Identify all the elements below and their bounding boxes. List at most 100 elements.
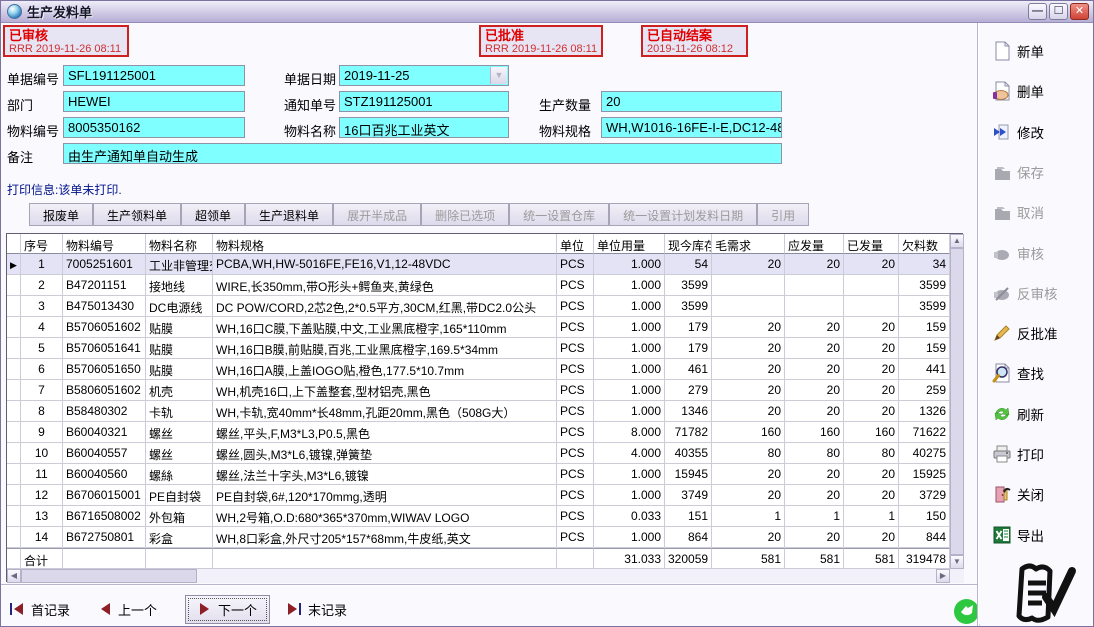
cell[interactable]: WIRE,长350mm,带O形头+鳄鱼夹,黄绿色 <box>213 275 557 296</box>
cell[interactable]: 螺丝,法兰十字头,M3*L6,镀镍 <box>213 464 557 485</box>
cell[interactable]: 1.000 <box>594 338 665 359</box>
cell[interactable]: 20 <box>785 380 844 401</box>
cell[interactable]: 20 <box>844 464 899 485</box>
scroll-down-icon[interactable]: ▼ <box>950 555 964 569</box>
cell[interactable]: 15925 <box>899 464 950 485</box>
row-selector[interactable] <box>7 485 21 506</box>
column-header-7[interactable]: 毛需求 <box>712 234 785 254</box>
cell[interactable]: 20 <box>712 485 785 506</box>
cell[interactable]: 71782 <box>665 422 712 443</box>
cell[interactable]: B6716508002 <box>63 506 146 527</box>
cell[interactable]: 螺絲 <box>146 464 213 485</box>
cell[interactable]: 螺丝,圆头,M3*L6,镀镍,弹簧垫 <box>213 443 557 464</box>
sidebar-button-12[interactable]: 导出 <box>992 523 1044 547</box>
cell[interactable]: 14 <box>21 527 63 548</box>
cell[interactable]: B5706051602 <box>63 317 146 338</box>
cell[interactable]: 54 <box>665 254 712 275</box>
cell[interactable]: B60040321 <box>63 422 146 443</box>
cell[interactable]: 螺丝 <box>146 443 213 464</box>
cell[interactable]: 20 <box>712 359 785 380</box>
cell[interactable]: 3729 <box>899 485 950 506</box>
cell[interactable]: 461 <box>665 359 712 380</box>
cell[interactable]: 1.000 <box>594 275 665 296</box>
cell[interactable]: 接地线 <box>146 275 213 296</box>
scroll-left-icon[interactable]: ◀ <box>7 569 21 583</box>
cell[interactable]: 20 <box>712 338 785 359</box>
cell[interactable]: 工业非管理交 <box>146 254 213 275</box>
row-selector[interactable] <box>7 506 21 527</box>
cell[interactable]: 20 <box>844 338 899 359</box>
table-row[interactable]: 13B6716508002外包箱WH,2号箱,O.D:680*365*370mm… <box>7 506 950 527</box>
action-button-3[interactable]: 生产退料单 <box>245 203 333 226</box>
status-ok-icon[interactable] <box>953 598 980 625</box>
column-header-5[interactable]: 单位用量 <box>594 234 665 254</box>
cell[interactable]: 80 <box>785 443 844 464</box>
cell[interactable]: B5806051602 <box>63 380 146 401</box>
table-row[interactable]: 4B5706051602贴膜WH,16口C膜,下盖贴膜,中文,工业黑底橙字,16… <box>7 317 950 338</box>
cell[interactable]: 7005251601 <box>63 254 146 275</box>
item-no-field[interactable]: 8005350162 <box>63 117 245 138</box>
row-selector[interactable] <box>7 527 21 548</box>
sidebar-button-7[interactable]: 反批准 <box>992 321 1058 345</box>
cell[interactable]: 5 <box>21 338 63 359</box>
row-selector[interactable] <box>7 296 21 317</box>
horizontal-scroll-thumb[interactable] <box>21 569 197 583</box>
cell[interactable]: 1.000 <box>594 401 665 422</box>
column-header-2[interactable]: 物料名称 <box>146 234 213 254</box>
cell[interactable]: 3599 <box>899 275 950 296</box>
cell[interactable]: 10 <box>21 443 63 464</box>
doc-no-field[interactable]: SFL191125001 <box>63 65 245 86</box>
dept-field[interactable]: HEWEI <box>63 91 245 112</box>
column-header-8[interactable]: 应发量 <box>785 234 844 254</box>
sidebar-button-11[interactable]: 关闭 <box>992 482 1044 506</box>
cell[interactable]: PCS <box>557 422 594 443</box>
cell[interactable]: PCS <box>557 338 594 359</box>
table-row[interactable]: 10B60040557螺丝螺丝,圆头,M3*L6,镀镍,弹簧垫PCS4.0004… <box>7 443 950 464</box>
cell[interactable]: PCS <box>557 380 594 401</box>
cell[interactable]: B672750801 <box>63 527 146 548</box>
cell[interactable]: PE自封袋 <box>146 485 213 506</box>
cell[interactable]: 1 <box>844 506 899 527</box>
cell[interactable]: 3599 <box>899 296 950 317</box>
cell[interactable]: 20 <box>785 464 844 485</box>
table-row[interactable]: 11B60040560螺絲螺丝,法兰十字头,M3*L6,镀镍PCS1.00015… <box>7 464 950 485</box>
cell[interactable]: WH,16口B膜,前贴膜,百兆,工业黑底橙字,169.5*34mm <box>213 338 557 359</box>
cell[interactable]: 机壳 <box>146 380 213 401</box>
cell[interactable]: 34 <box>899 254 950 275</box>
cell[interactable]: PCBA,WH,HW-5016FE,FE16,V1,12-48VDC <box>213 254 557 275</box>
cell[interactable]: 螺丝 <box>146 422 213 443</box>
cell[interactable]: PCS <box>557 485 594 506</box>
row-selector[interactable] <box>7 275 21 296</box>
cell[interactable]: 159 <box>899 338 950 359</box>
maximize-button[interactable]: ☐ <box>1049 3 1068 20</box>
cell[interactable]: B475013430 <box>63 296 146 317</box>
cell[interactable] <box>712 296 785 317</box>
table-row[interactable]: 12B6706015001PE自封袋PE自封袋,6#,120*170mmg,透明… <box>7 485 950 506</box>
row-selector[interactable] <box>7 317 21 338</box>
cell[interactable]: 1326 <box>899 401 950 422</box>
current-row-indicator-icon[interactable]: ▶ <box>7 254 21 275</box>
row-selector[interactable] <box>7 401 21 422</box>
cell[interactable]: B5706051650 <box>63 359 146 380</box>
scroll-up-icon[interactable]: ▲ <box>950 234 964 248</box>
table-row[interactable]: 2B47201151接地线WIRE,长350mm,带O形头+鳄鱼夹,黄绿色PCS… <box>7 275 950 296</box>
cell[interactable]: 卡轨 <box>146 401 213 422</box>
cell[interactable]: 1.000 <box>594 380 665 401</box>
cell[interactable]: PCS <box>557 254 594 275</box>
sidebar-button-1[interactable]: 删单 <box>992 79 1044 103</box>
cell[interactable]: 11 <box>21 464 63 485</box>
cell[interactable]: WH,8口彩盒,外尺寸205*157*68mm,牛皮纸,英文 <box>213 527 557 548</box>
cell[interactable]: 20 <box>785 359 844 380</box>
nav-previous-button[interactable]: 上一个 <box>98 600 157 619</box>
table-row[interactable]: 3B475013430DC电源线DC POW/CORD,2芯2色,2*0.5平方… <box>7 296 950 317</box>
cell[interactable]: 150 <box>899 506 950 527</box>
row-selector[interactable] <box>7 422 21 443</box>
cell[interactable]: 1.000 <box>594 359 665 380</box>
column-header-0[interactable]: 序号 <box>21 234 63 254</box>
cell[interactable]: 20 <box>712 401 785 422</box>
qty-field[interactable]: 20 <box>601 91 782 112</box>
cell[interactable] <box>785 296 844 317</box>
cell[interactable]: 15945 <box>665 464 712 485</box>
cell[interactable]: 864 <box>665 527 712 548</box>
nav-next-button[interactable]: 下一个 <box>185 595 270 624</box>
